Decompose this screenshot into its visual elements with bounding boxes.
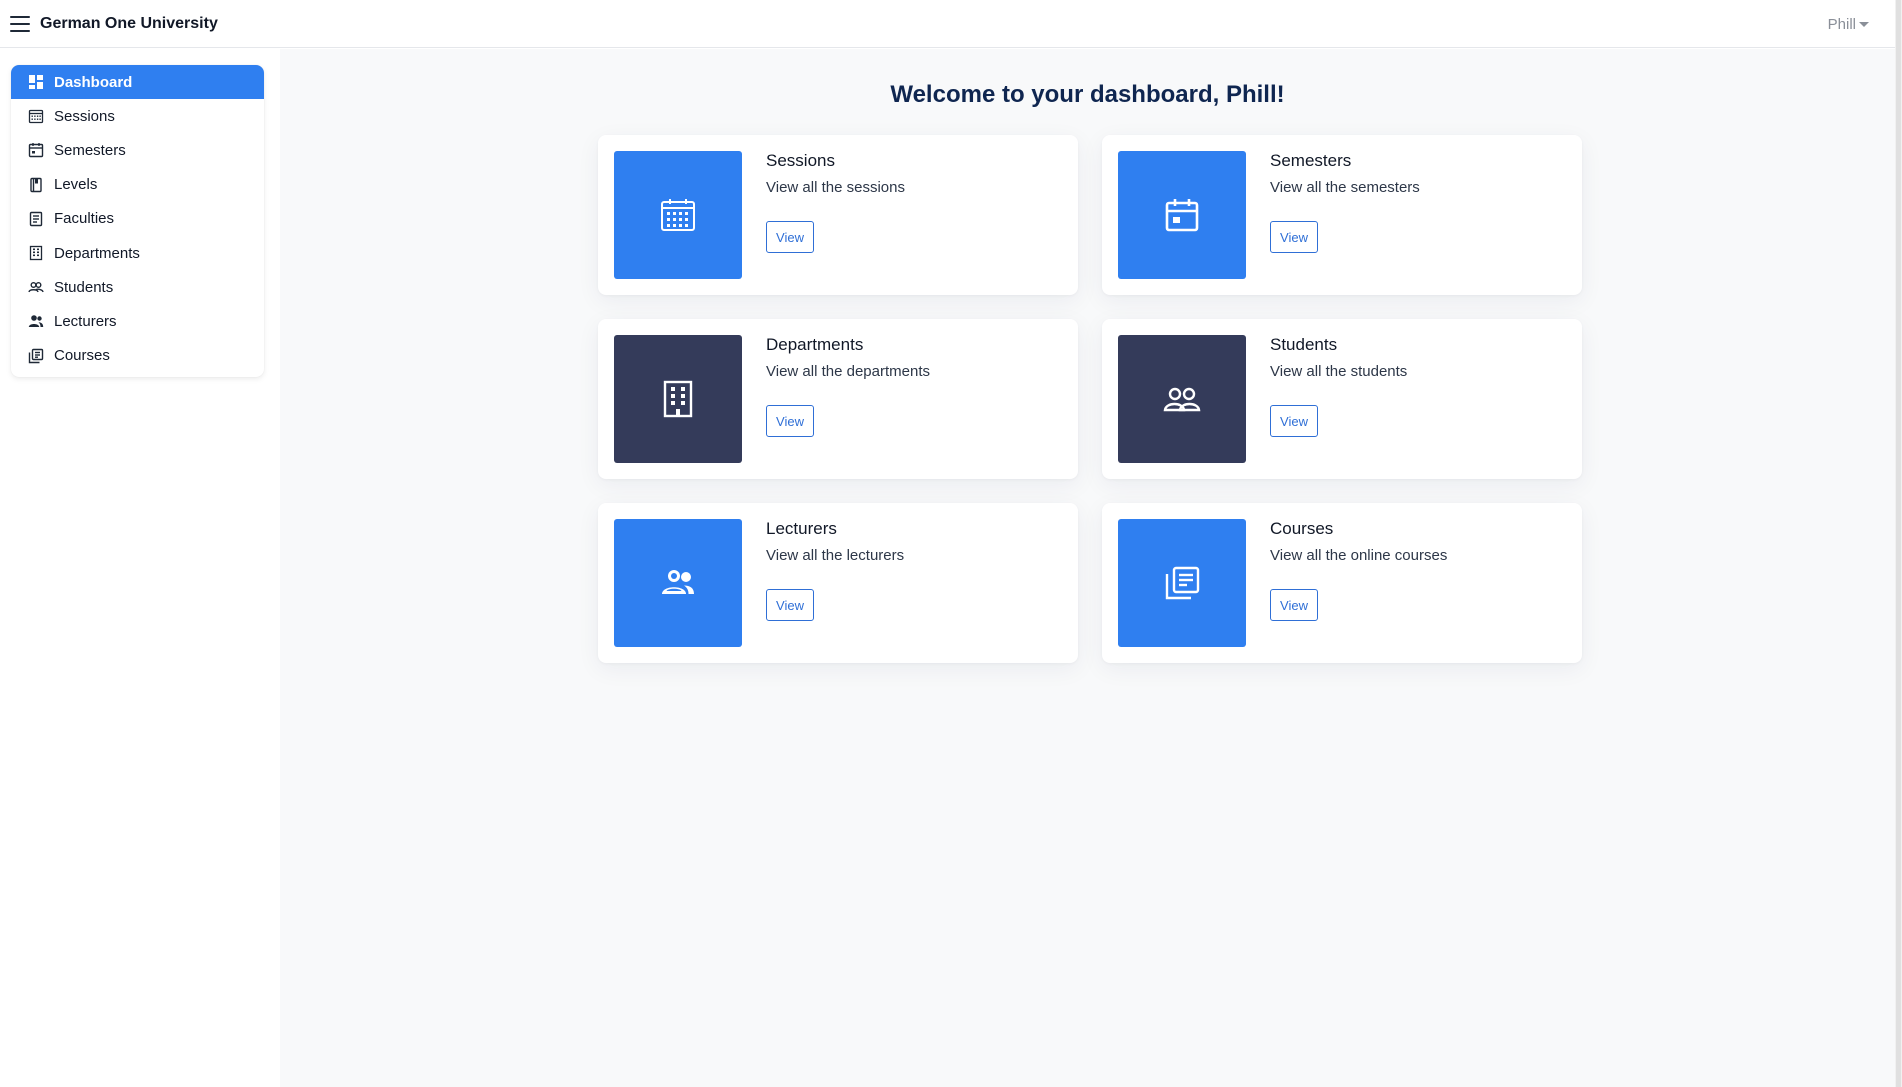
library-icon (28, 348, 44, 364)
card-description: View all the sessions (766, 179, 905, 196)
sidebar-item-students[interactable]: Students (11, 270, 264, 304)
card-description: View all the lecturers (766, 547, 905, 564)
sidebar-item-faculties[interactable]: Faculties (11, 202, 264, 236)
lecturers-icon (662, 570, 694, 594)
users-icon (1163, 387, 1201, 412)
view-lecturers-button[interactable]: View (766, 589, 814, 621)
card-title: Lecturers (766, 519, 837, 538)
users-icon (28, 279, 44, 295)
sidebar-item-label: Students (54, 278, 114, 296)
sidebar-item-departments[interactable]: Departments (11, 236, 264, 270)
card-sessions: Sessions View all the sessions View (598, 135, 1078, 295)
lecturers-icon (28, 313, 44, 329)
card-tile (614, 519, 742, 647)
building-icon (28, 245, 44, 261)
card-semesters: Semesters View all the semesters View (1102, 135, 1582, 295)
calendar-icon (1165, 199, 1199, 232)
top-navbar: German One University Phill (0, 0, 1895, 48)
document-icon (28, 211, 44, 227)
card-description: View all the semesters (1270, 179, 1420, 196)
sidebar-menu: Dashboard Sessions Semesters Levels Facu… (11, 65, 264, 377)
card-title: Departments (766, 335, 864, 354)
book-icon (28, 177, 44, 193)
card-departments: Departments View all the departments Vie… (598, 319, 1078, 479)
sidebar-item-dashboard[interactable]: Dashboard (11, 65, 264, 100)
view-students-button[interactable]: View (1270, 405, 1318, 437)
card-description: View all the students (1270, 363, 1408, 380)
card-title: Semesters (1270, 151, 1352, 170)
sidebar-item-label: Faculties (54, 210, 115, 228)
sidebar-item-courses[interactable]: Courses (11, 339, 264, 373)
view-departments-button[interactable]: View (766, 405, 814, 437)
card-description: View all the online courses (1270, 547, 1448, 564)
sidebar-item-levels[interactable]: Levels (11, 168, 264, 202)
user-name: Phill (1827, 15, 1856, 33)
page-scrollbar[interactable] (1895, 0, 1902, 1087)
sidebar-item-label: Semesters (54, 141, 126, 159)
card-tile (1118, 151, 1246, 279)
card-tile (614, 335, 742, 463)
welcome-heading: Welcome to your dashboard, Phill! (890, 81, 1285, 108)
sidebar-item-lecturers[interactable]: Lecturers (11, 304, 264, 338)
brand-title: German One University (40, 14, 218, 32)
sidebar-item-label: Departments (54, 244, 140, 262)
sidebar-item-label: Lecturers (54, 312, 117, 330)
caret-down-icon (1859, 21, 1869, 27)
view-sessions-button[interactable]: View (766, 221, 814, 253)
library-icon (1165, 566, 1200, 600)
view-semesters-button[interactable]: View (1270, 221, 1318, 253)
card-title: Courses (1270, 519, 1334, 538)
user-menu[interactable]: Phill (1828, 0, 1869, 48)
building-icon (663, 380, 693, 418)
view-courses-button[interactable]: View (1270, 589, 1318, 621)
sidebar-item-label: Courses (54, 347, 110, 365)
sidebar-item-label: Sessions (54, 107, 115, 125)
sidebar-item-sessions[interactable]: Sessions (11, 99, 264, 133)
calendar-grid-icon (661, 199, 695, 231)
main-content: Welcome to your dashboard, Phill! Sessio… (280, 49, 1895, 1087)
calendar-grid-icon (28, 108, 44, 124)
card-title: Sessions (766, 151, 835, 170)
card-lecturers: Lecturers View all the lecturers View (598, 503, 1078, 663)
hamburger-icon[interactable] (10, 15, 30, 32)
dashboard-icon (28, 74, 44, 90)
sidebar-region: Dashboard Sessions Semesters Levels Facu… (0, 49, 280, 1087)
sidebar-item-semesters[interactable]: Semesters (11, 133, 264, 167)
card-description: View all the departments (766, 363, 930, 380)
card-tile (1118, 335, 1246, 463)
calendar-icon (28, 142, 44, 158)
sidebar-item-label: Levels (54, 176, 98, 194)
card-title: Students (1270, 335, 1338, 354)
card-tile (614, 151, 742, 279)
scrollbar-thumb[interactable] (1896, 0, 1901, 1087)
card-tile (1118, 519, 1246, 647)
card-courses: Courses View all the online courses View (1102, 503, 1582, 663)
card-students: Students View all the students View (1102, 319, 1582, 479)
sidebar-item-label: Dashboard (54, 73, 133, 91)
